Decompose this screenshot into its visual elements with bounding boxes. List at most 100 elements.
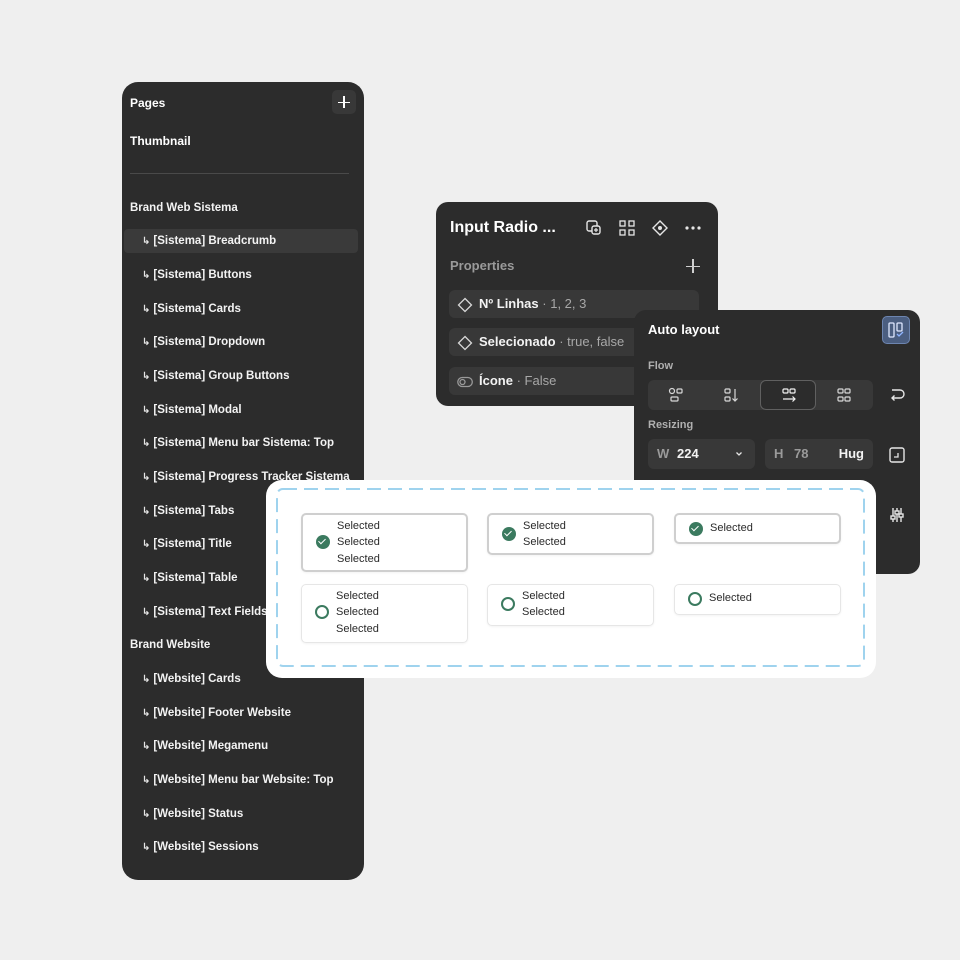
page-item-label: [Sistema] Cards xyxy=(153,303,241,315)
add-property-button[interactable] xyxy=(684,257,702,275)
page-item-label: [Sistema] Menu bar Sistema: Top xyxy=(153,437,335,449)
flow-grid-button[interactable] xyxy=(816,380,872,410)
property-name: Ícone xyxy=(479,373,513,388)
page-item-label: [Sistema] Text Fields xyxy=(153,606,268,618)
radio-label-line: Selected xyxy=(337,552,380,565)
grid-icon[interactable] xyxy=(618,219,636,237)
page-item-label: [Website] Menu bar Website: Top xyxy=(153,774,334,786)
radio-checked-icon[interactable] xyxy=(689,522,703,536)
radio-label-line: Selected xyxy=(337,536,380,549)
width-field[interactable]: W 224 xyxy=(648,439,755,469)
properties-label: Properties xyxy=(450,258,515,273)
radio-unchecked-icon[interactable] xyxy=(315,605,329,619)
radio-checked-icon[interactable] xyxy=(316,535,330,549)
page-item-website-footer[interactable]: ↳ [Website] Footer Website xyxy=(142,701,291,725)
variant-diamond-icon xyxy=(457,335,473,351)
more-options-icon[interactable] xyxy=(684,219,702,237)
freeform-icon xyxy=(668,387,683,402)
page-item-label: [Sistema] Title xyxy=(153,538,232,550)
radio-label: Selected xyxy=(709,590,752,606)
page-item-label: [Sistema] Modal xyxy=(153,404,242,416)
radio-unchecked-icon[interactable] xyxy=(501,597,515,611)
page-arrow-icon: ↳ xyxy=(142,304,151,315)
radio-label-line: Selected xyxy=(709,592,752,604)
flow-vertical-button[interactable] xyxy=(704,380,760,410)
component-name: Input Radio ... xyxy=(450,219,556,236)
boolean-toggle-icon xyxy=(457,376,473,388)
auto-layout-icon xyxy=(888,322,904,338)
resizing-label: Resizing xyxy=(648,419,694,431)
page-item-sistema-text-fields[interactable]: ↳ [Sistema] Text Fields xyxy=(142,600,268,624)
page-item-label: [Sistema] Breadcrumb xyxy=(153,235,277,247)
radio-option-card[interactable]: Selected xyxy=(674,584,841,615)
page-item-label: [Website] Status xyxy=(153,808,244,820)
page-arrow-icon: ↳ xyxy=(142,270,151,281)
height-mode[interactable]: Hug xyxy=(839,439,864,469)
page-item-website-menu-bar[interactable]: ↳ [Website] Menu bar Website: Top xyxy=(142,768,334,792)
page-arrow-icon: ↳ xyxy=(142,405,151,416)
radio-unchecked-icon[interactable] xyxy=(688,592,702,606)
go-to-main-component-icon[interactable] xyxy=(585,219,603,237)
property-name: Nº Linhas xyxy=(479,296,539,311)
page-arrow-icon: ↳ xyxy=(142,573,151,584)
component-instance-icon[interactable] xyxy=(651,219,669,237)
page-arrow-icon: ↳ xyxy=(142,236,151,247)
page-item-website-sessions[interactable]: ↳ [Website] Sessions xyxy=(142,835,259,859)
radio-option-card[interactable]: Selected Selected xyxy=(487,513,654,555)
auto-layout-title: Auto layout xyxy=(648,322,720,337)
property-name: Selecionado xyxy=(479,334,556,349)
radio-option-card[interactable]: Selected Selected Selected xyxy=(301,513,468,572)
radio-option-card[interactable]: Selected Selected xyxy=(487,584,654,626)
radio-checked-icon[interactable] xyxy=(502,527,516,541)
pages-divider xyxy=(130,173,349,174)
page-arrow-icon: ↳ xyxy=(142,708,151,719)
page-item-label: [Sistema] Group Buttons xyxy=(153,370,290,382)
page-arrow-icon: ↳ xyxy=(142,842,151,853)
page-arrow-icon: ↳ xyxy=(142,506,151,517)
flow-options xyxy=(648,380,873,410)
flow-freeform-button[interactable] xyxy=(648,380,704,410)
page-arrow-icon: ↳ xyxy=(142,539,151,550)
clip-content-icon[interactable] xyxy=(888,446,906,464)
page-item-sistema-buttons[interactable]: ↳ [Sistema] Buttons xyxy=(142,263,252,287)
page-item-sistema-dropdown[interactable]: ↳ [Sistema] Dropdown xyxy=(142,330,265,354)
page-item-sistema-table[interactable]: ↳ [Sistema] Table xyxy=(142,566,238,590)
page-item-website-status[interactable]: ↳ [Website] Status xyxy=(142,802,243,826)
radio-label-line: Selected xyxy=(336,606,379,619)
width-key: W xyxy=(657,446,670,461)
horizontal-flow-icon xyxy=(782,388,796,402)
radio-label-line: Selected xyxy=(336,622,379,635)
wrap-icon[interactable] xyxy=(888,386,906,404)
radio-label-line: Selected xyxy=(523,520,566,532)
page-item-sistema-breadcrumb[interactable]: ↳ [Sistema] Breadcrumb xyxy=(124,229,358,253)
radio-option-card[interactable]: Selected xyxy=(674,513,841,544)
page-item-website-megamenu[interactable]: ↳ [Website] Megamenu xyxy=(142,734,268,758)
height-field[interactable]: H 78 Hug xyxy=(765,439,873,469)
page-item-sistema-menu-bar[interactable]: ↳ [Sistema] Menu bar Sistema: Top xyxy=(142,431,334,455)
flow-horizontal-button[interactable] xyxy=(760,380,816,410)
add-page-button[interactable] xyxy=(332,90,356,114)
radio-label-line: Selected xyxy=(522,606,565,619)
radio-label-line: Selected xyxy=(710,522,753,534)
section-brand-web-sistema[interactable]: Brand Web Sistema xyxy=(130,196,238,220)
page-thumbnail[interactable]: Thumbnail xyxy=(130,134,191,148)
auto-layout-settings-button[interactable] xyxy=(882,316,910,344)
radio-option-card[interactable]: Selected Selected Selected xyxy=(301,584,468,643)
radio-label: Selected Selected xyxy=(523,518,566,551)
chevron-down-icon[interactable] xyxy=(734,449,744,459)
page-item-sistema-tabs[interactable]: ↳ [Sistema] Tabs xyxy=(142,499,234,523)
page-arrow-icon: ↳ xyxy=(142,775,151,786)
page-item-sistema-title[interactable]: ↳ [Sistema] Title xyxy=(142,532,232,556)
page-item-sistema-cards[interactable]: ↳ [Sistema] Cards xyxy=(142,297,241,321)
page-arrow-icon: ↳ xyxy=(142,371,151,382)
pages-title: Pages xyxy=(130,96,166,110)
alignment-settings-icon[interactable] xyxy=(888,506,906,524)
page-item-sistema-modal[interactable]: ↳ [Sistema] Modal xyxy=(142,398,242,422)
section-brand-website[interactable]: Brand Website xyxy=(130,633,210,657)
page-item-sistema-group-buttons[interactable]: ↳ [Sistema] Group Buttons xyxy=(142,364,289,388)
radio-label: Selected Selected Selected xyxy=(336,588,379,637)
page-item-label: [Website] Sessions xyxy=(153,841,259,853)
height-value: 78 xyxy=(794,446,809,461)
radio-label-line: Selected xyxy=(336,590,379,602)
page-item-website-cards[interactable]: ↳ [Website] Cards xyxy=(142,667,241,691)
